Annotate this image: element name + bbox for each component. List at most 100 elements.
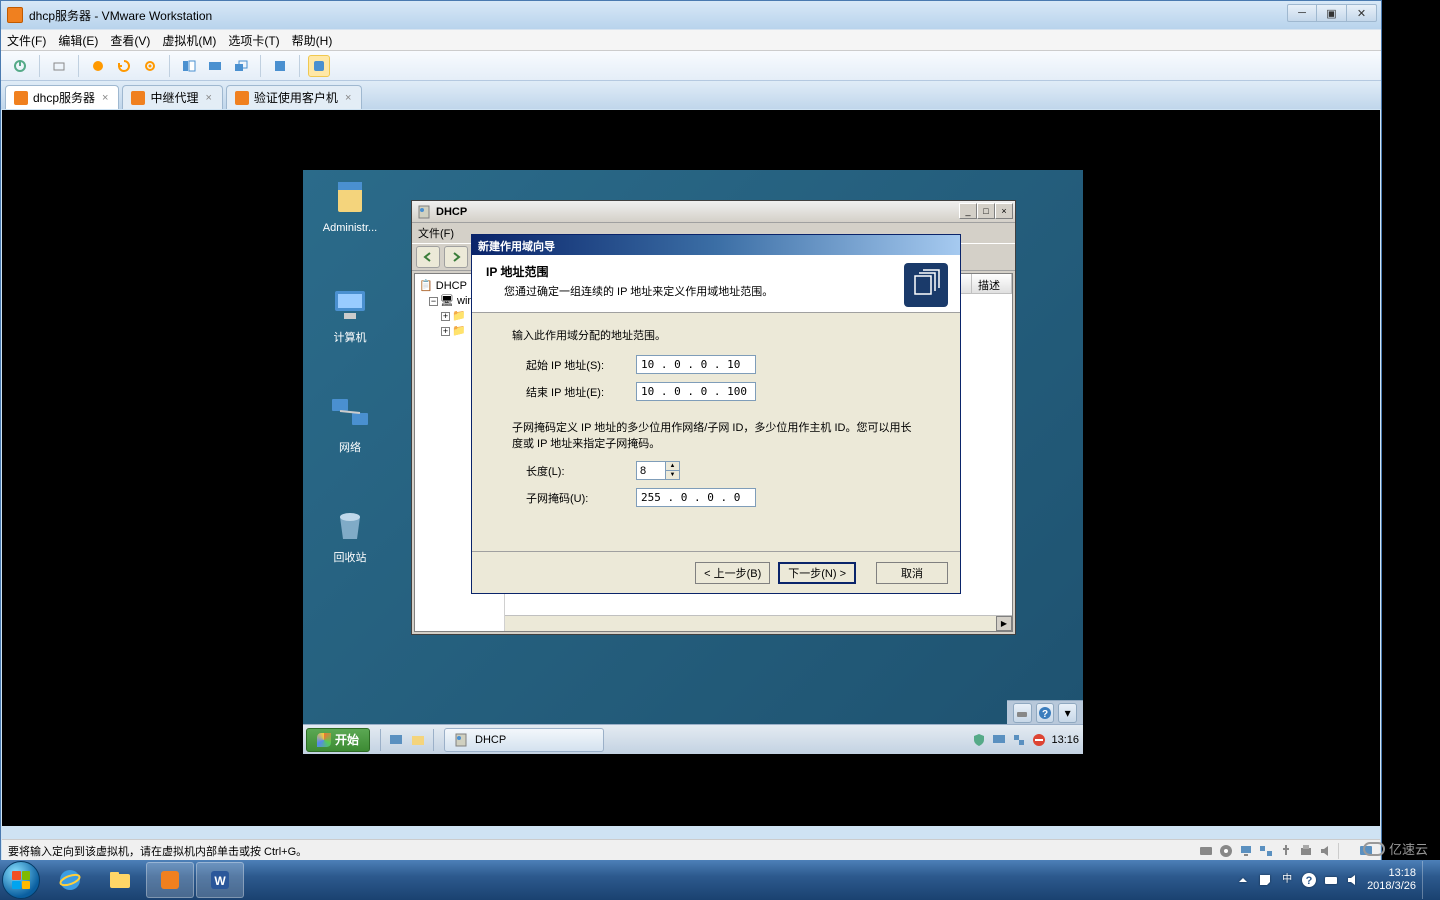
start-ip-input[interactable] [636,355,756,374]
start-button[interactable]: 开始 [306,728,370,752]
expand-icon[interactable]: + [441,312,450,321]
tab-close-icon[interactable]: × [203,92,213,104]
collapse-icon[interactable]: − [429,297,438,306]
maximize-button[interactable]: ▣ [1317,4,1347,22]
end-ip-input[interactable] [636,382,756,401]
nav-forward-button[interactable] [444,246,468,268]
start-ip-label: 起始 IP 地址(S): [526,357,636,373]
tb-revert-button[interactable] [113,55,135,77]
start-orb[interactable] [2,861,40,899]
desktop-icon-computer[interactable]: 计算机 [315,285,385,345]
mmc-minimize-button[interactable]: _ [959,203,977,219]
mmc-maximize-button[interactable]: □ [977,203,995,219]
pinned-word[interactable]: W [196,862,244,898]
tb-thumbnail-button[interactable] [204,55,226,77]
expand-icon[interactable]: + [441,327,450,336]
tb-multi-button[interactable] [230,55,252,77]
wizard-titlebar[interactable]: 新建作用域向导 [472,235,960,255]
cancel-button[interactable]: 取消 [876,562,948,584]
quick-launch-explorer-icon[interactable] [407,729,429,751]
taskbar-task-dhcp[interactable]: DHCP [444,728,604,752]
window-title: dhcp服务器 - VMware Workstation [29,7,212,24]
device-net2-icon[interactable] [1258,843,1274,859]
spin-up-button[interactable]: ▲ [665,462,679,471]
mmc-titlebar[interactable]: DHCP _ □ × [412,201,1015,223]
quick-launch-desktop-icon[interactable] [385,729,407,751]
back-button[interactable]: < 上一步(B) [695,562,770,584]
vm-tab-relay-agent[interactable]: 中继代理 × [122,85,222,109]
vm-tab-client[interactable]: 验证使用客户机 × [226,85,362,109]
vm-tab-label: 验证使用客户机 [254,89,338,106]
tb-manage-button[interactable] [139,55,161,77]
minimize-button[interactable]: ─ [1287,4,1317,22]
length-spinner[interactable]: ▲ ▼ [636,461,680,480]
tray-help-icon[interactable]: ? [1301,872,1317,888]
tb-send-button[interactable] [48,55,70,77]
device-net-icon[interactable] [1238,843,1254,859]
horizontal-scrollbar[interactable]: ▶ [505,615,1012,631]
tray-network-icon[interactable] [1011,732,1027,748]
menu-vm[interactable]: 虚拟机(M) [162,32,216,49]
tray-display-icon[interactable] [991,732,1007,748]
tb-fullscreen-button[interactable] [269,55,291,77]
col-header[interactable]: 描述 [972,274,1012,293]
device-hd-icon[interactable] [1198,843,1214,859]
tray-volume-blocked-icon[interactable] [1031,732,1047,748]
guest-systray: 13:16 [971,732,1079,748]
subnet-mask-input[interactable] [636,488,756,507]
menu-help[interactable]: 帮助(H) [292,32,333,49]
tb-power-button[interactable] [9,55,31,77]
menu-dropdown-icon[interactable]: ▾ [1058,703,1077,723]
device-usb-icon[interactable] [1278,843,1294,859]
tb-snapshot-button[interactable] [87,55,109,77]
desktop-icon-recycle-bin[interactable]: 回收站 [315,505,385,565]
tray-security-icon[interactable] [971,732,987,748]
cloud-logo-icon [1363,842,1385,856]
tray-keyboard-icon[interactable] [1323,872,1339,888]
desktop-icon-admin[interactable]: Administr... [315,178,385,234]
tb-show-console-button[interactable] [178,55,200,77]
menu-file[interactable]: 文件(F) [7,32,46,49]
tray-expand-icon[interactable] [1235,872,1251,888]
wizard-intro-text: 输入此作用域分配的地址范围。 [512,327,920,343]
length-input[interactable] [637,462,665,479]
nav-back-button[interactable] [416,246,440,268]
device-printer-icon[interactable] [1298,843,1314,859]
vm-tab-dhcp-server[interactable]: dhcp服务器 × [5,85,119,109]
pinned-vmware[interactable] [146,862,194,898]
show-desktop-button[interactable] [1422,861,1430,899]
spin-down-button[interactable]: ▼ [665,471,679,479]
menu-edit[interactable]: 编辑(E) [58,32,98,49]
subnet-desc-text: 子网掩码定义 IP 地址的多少位用作网络/子网 ID，多少位用作主机 ID。您可… [512,419,920,451]
scroll-right-button[interactable]: ▶ [996,616,1012,631]
tb-unity-button[interactable] [308,55,330,77]
tools-icon[interactable] [1013,703,1032,723]
tray-clock[interactable]: 13:18 2018/3/26 [1367,867,1416,893]
tray-clock[interactable]: 13:16 [1051,734,1079,746]
pinned-ie[interactable] [46,862,94,898]
window-titlebar[interactable]: dhcp服务器 - VMware Workstation ─ ▣ ✕ [1,1,1381,29]
windows-flag-icon [317,733,331,747]
tray-action-center-icon[interactable] [1257,872,1273,888]
help-icon[interactable]: ? [1036,703,1055,723]
device-separator [1338,843,1354,859]
desktop-icon-label: 网络 [315,439,385,455]
tab-close-icon[interactable]: × [343,92,353,104]
tray-ime-icon[interactable]: 中 [1279,872,1295,888]
tab-close-icon[interactable]: × [100,92,110,104]
device-sound-icon[interactable] [1318,843,1334,859]
pinned-apps: W [46,862,244,898]
desktop-icon-network[interactable]: 网络 [315,395,385,455]
close-button[interactable]: ✕ [1347,4,1377,22]
menu-view[interactable]: 查看(V) [110,32,150,49]
device-cd-icon[interactable] [1218,843,1234,859]
tray-volume-icon[interactable] [1345,872,1361,888]
mmc-menu-file[interactable]: 文件(F) [418,228,454,240]
menubar: 文件(F) 编辑(E) 查看(V) 虚拟机(M) 选项卡(T) 帮助(H) [1,29,1381,51]
new-scope-wizard-dialog[interactable]: 新建作用域向导 IP 地址范围 您通过确定一组连续的 IP 地址来定义作用域地址… [471,234,961,594]
mmc-close-button[interactable]: × [995,203,1013,219]
menu-tabs[interactable]: 选项卡(T) [228,32,279,49]
next-button[interactable]: 下一步(N) > [778,562,856,584]
vmware-app-icon [7,7,23,23]
pinned-explorer[interactable] [96,862,144,898]
